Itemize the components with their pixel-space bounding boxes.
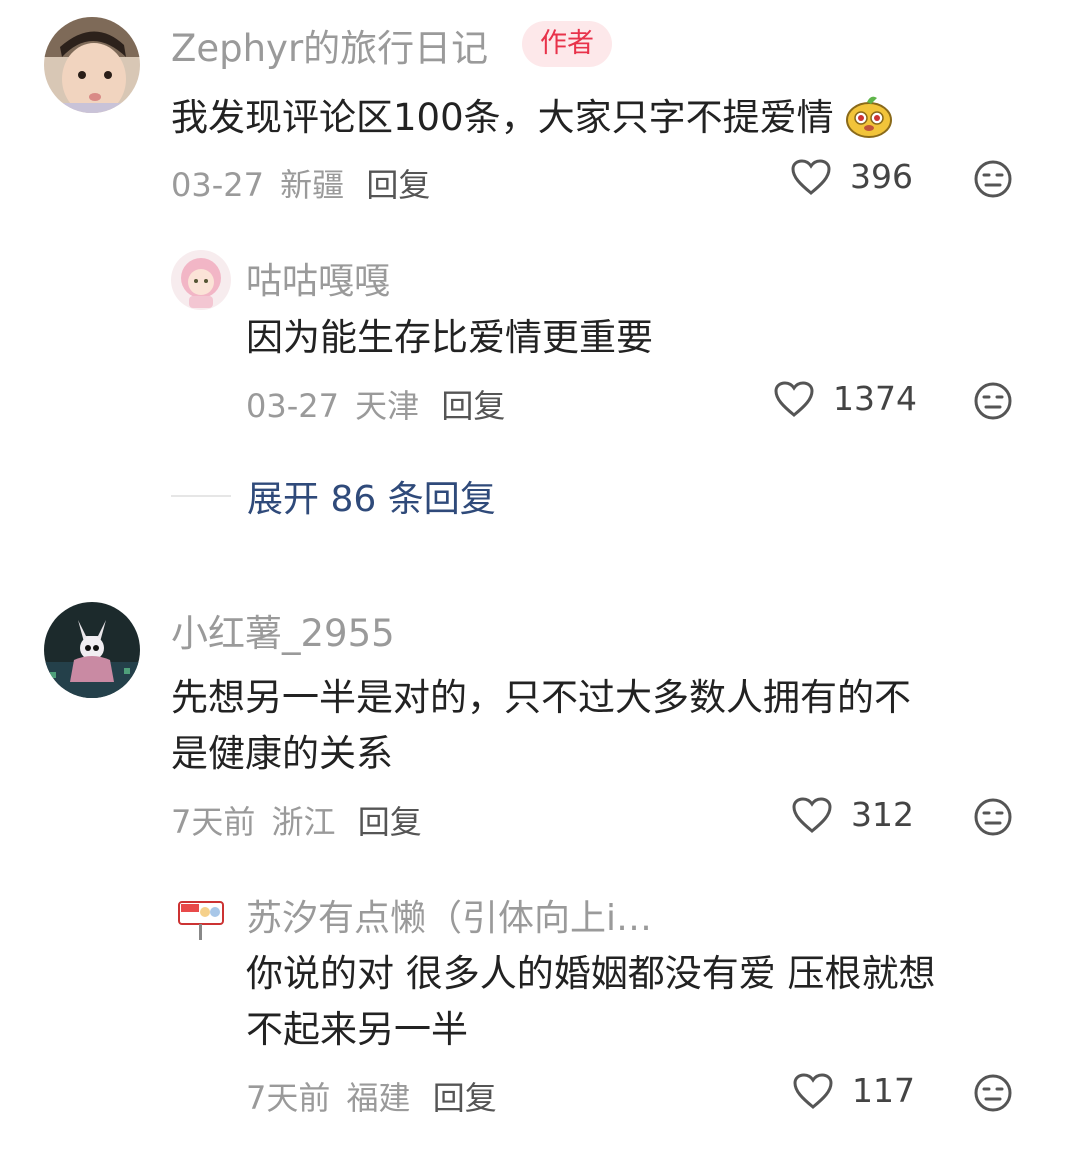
avatar[interactable] xyxy=(171,250,231,310)
divider xyxy=(171,495,231,497)
expand-replies-label: 展开 86 条回复 xyxy=(247,479,496,520)
comment-text-line: 是健康的关系 xyxy=(171,732,393,775)
cartoon-sign-avatar-icon xyxy=(171,886,231,946)
author-name[interactable]: 小红薯_2955 xyxy=(171,603,395,657)
reply-text-line: 不起来另一半 xyxy=(246,1008,468,1051)
neutral-face-icon xyxy=(974,160,1012,198)
heart-icon xyxy=(774,380,814,417)
comment-text-line: 先想另一半是对的，只不过大多数人拥有的不 xyxy=(171,676,911,719)
comment-meta: 03-27 新疆 回复 xyxy=(171,160,430,206)
reply-date: 7天前 xyxy=(246,1079,331,1117)
sticker-emoji-icon xyxy=(845,92,893,154)
like-button[interactable]: 1374 xyxy=(773,379,917,418)
avatar[interactable] xyxy=(44,17,140,113)
heart-icon xyxy=(793,1072,833,1109)
author-name[interactable]: Zephyr的旅行日记 xyxy=(171,18,488,72)
neutral-face-icon xyxy=(974,1074,1012,1112)
child-photo-avatar-icon xyxy=(44,17,140,113)
like-button[interactable]: 396 xyxy=(790,157,913,196)
reply-text: 你说的对 很多人的婚姻都没有爱 压根就想 不起来另一半 xyxy=(246,946,936,1058)
like-count: 117 xyxy=(852,1071,915,1110)
pixel-knight-avatar-icon xyxy=(44,602,140,698)
reply-location: 天津 xyxy=(355,387,420,425)
reply-button[interactable]: 回复 xyxy=(358,803,422,841)
reply-button[interactable]: 回复 xyxy=(433,1079,497,1117)
comment-location: 浙江 xyxy=(271,803,336,841)
comment-text: 我发现评论区100条，大家只字不提爱情 xyxy=(171,90,893,154)
like-button[interactable]: 312 xyxy=(791,795,914,834)
pink-doll-avatar-icon xyxy=(171,250,231,310)
emoji-react-button[interactable] xyxy=(973,1073,1013,1117)
avatar[interactable] xyxy=(171,886,231,946)
like-count: 312 xyxy=(851,795,914,834)
emoji-react-button[interactable] xyxy=(973,381,1013,425)
comment-meta: 7天前 浙江 回复 xyxy=(171,797,422,843)
reply-date: 03-27 xyxy=(246,387,339,425)
reply-author-name[interactable]: 咕咕嘎嘎 xyxy=(246,252,390,304)
reply-author-name[interactable]: 苏汐有点懒（引体向上i… xyxy=(246,889,652,941)
like-count: 396 xyxy=(850,157,913,196)
reply-button[interactable]: 回复 xyxy=(441,387,505,425)
like-count: 1374 xyxy=(833,379,917,418)
reply-text-line: 你说的对 很多人的婚姻都没有爱 压根就想 xyxy=(246,952,936,995)
reply-meta: 7天前 福建 回复 xyxy=(246,1073,497,1119)
author-badge: 作者 xyxy=(522,21,612,67)
avatar[interactable] xyxy=(44,602,140,698)
comment-location: 新疆 xyxy=(280,166,345,204)
heart-icon xyxy=(792,796,832,833)
reply-text: 因为能生存比爱情更重要 xyxy=(246,316,653,359)
expand-replies-link[interactable]: 展开 86 条回复 xyxy=(171,470,496,522)
reply-meta: 03-27 天津 回复 xyxy=(246,381,505,427)
neutral-face-icon xyxy=(974,382,1012,420)
reply-location: 福建 xyxy=(346,1079,411,1117)
comment-date: 03-27 xyxy=(171,166,264,204)
reply-button[interactable]: 回复 xyxy=(366,166,430,204)
emoji-react-button[interactable] xyxy=(973,797,1013,841)
comment-text: 先想另一半是对的，只不过大多数人拥有的不 是健康的关系 xyxy=(171,670,911,782)
comment-text-content: 我发现评论区100条，大家只字不提爱情 xyxy=(171,96,834,139)
emoji-react-button[interactable] xyxy=(973,159,1013,203)
heart-icon xyxy=(791,158,831,195)
like-button[interactable]: 117 xyxy=(792,1071,915,1110)
comment-date: 7天前 xyxy=(171,803,256,841)
neutral-face-icon xyxy=(974,798,1012,836)
